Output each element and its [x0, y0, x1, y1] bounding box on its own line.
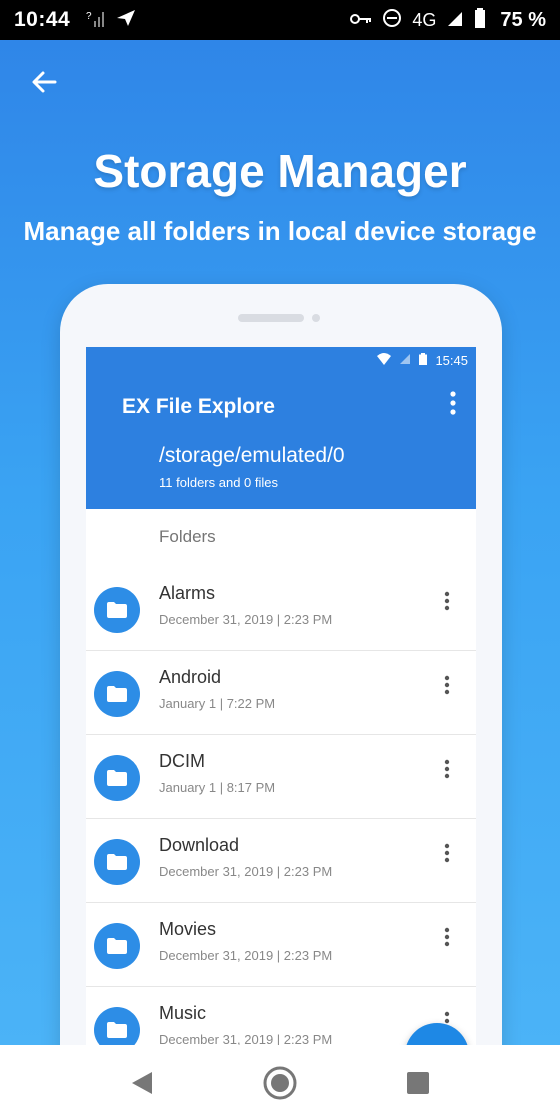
- folder-icon: [94, 587, 140, 633]
- app-header: 15:45 EX File Explore /storage/emulated/…: [86, 347, 476, 509]
- more-options-icon[interactable]: [440, 759, 454, 795]
- promo-banner: Storage Manager Manage all folders in lo…: [0, 40, 560, 1045]
- folder-date: December 31, 2019 | 2:23 PM: [159, 612, 333, 627]
- folder-icon: [94, 755, 140, 801]
- list-item[interactable]: DCIM January 1 | 8:17 PM: [86, 735, 476, 819]
- folder-list: Alarms December 31, 2019 | 2:23 PM Andro…: [86, 567, 476, 1045]
- do-not-disturb-icon: [382, 8, 402, 33]
- promo-subtitle: Manage all folders in local device stora…: [23, 216, 537, 246]
- folder-date: December 31, 2019 | 2:23 PM: [159, 1032, 333, 1045]
- list-item[interactable]: Android January 1 | 7:22 PM: [86, 651, 476, 735]
- folder-name: DCIM: [159, 751, 205, 771]
- nav-home-button[interactable]: [250, 1045, 310, 1120]
- folder-name: Android: [159, 667, 222, 687]
- folder-icon: [94, 923, 140, 969]
- folder-date: December 31, 2019 | 2:23 PM: [159, 864, 333, 879]
- more-options-icon[interactable]: [440, 843, 454, 879]
- folder-name: Download: [159, 835, 240, 855]
- folder-icon: [94, 1007, 140, 1045]
- folder-name: Movies: [159, 919, 217, 939]
- folder-icon: [94, 839, 140, 885]
- app-title: EX File Explore: [122, 395, 275, 418]
- signal-icon: [446, 9, 464, 32]
- more-options-icon[interactable]: [450, 391, 456, 420]
- signal-icon: [399, 353, 411, 368]
- phone-camera: [312, 314, 320, 322]
- navigation-bar: [0, 1045, 560, 1120]
- wifi-icon: [377, 353, 392, 368]
- phone-mockup: 15:45 EX File Explore /storage/emulated/…: [60, 284, 502, 1045]
- folder-name: Alarms: [159, 583, 216, 603]
- status-bar: 10:44 ? 4G 75 %: [0, 0, 560, 40]
- inner-status-time: 15:45: [435, 353, 468, 368]
- more-options-icon[interactable]: [440, 927, 454, 963]
- nav-recents-button[interactable]: [388, 1045, 448, 1120]
- battery-icon: [474, 7, 486, 33]
- phone-speaker: [238, 314, 304, 322]
- no-signal-icon: ?: [86, 9, 106, 32]
- back-arrow-icon[interactable]: [24, 62, 64, 102]
- folder-date: December 31, 2019 | 2:23 PM: [159, 948, 333, 963]
- list-item[interactable]: Movies December 31, 2019 | 2:23 PM: [86, 903, 476, 987]
- battery-icon: [419, 353, 428, 368]
- folder-icon: [94, 671, 140, 717]
- more-options-icon[interactable]: [440, 675, 454, 711]
- promo-title: Storage Manager: [93, 145, 467, 197]
- network-type: 4G: [412, 9, 437, 30]
- list-item[interactable]: Alarms December 31, 2019 | 2:23 PM: [86, 567, 476, 651]
- status-time: 10:44: [14, 8, 71, 31]
- list-item[interactable]: Download December 31, 2019 | 2:23 PM: [86, 819, 476, 903]
- section-label-folders: Folders: [159, 527, 216, 546]
- phone-screen: 15:45 EX File Explore /storage/emulated/…: [86, 347, 476, 1045]
- more-options-icon[interactable]: [440, 591, 454, 627]
- path-summary: 11 folders and 0 files: [159, 475, 278, 490]
- nav-back-button[interactable]: [112, 1045, 172, 1120]
- folder-name: Music: [159, 1003, 207, 1023]
- send-icon: [116, 9, 136, 32]
- folder-date: January 1 | 7:22 PM: [159, 696, 276, 711]
- svg-text:?: ?: [86, 11, 92, 22]
- key-icon: [350, 10, 372, 31]
- folder-date: January 1 | 8:17 PM: [159, 780, 276, 795]
- battery-percentage: 75 %: [500, 8, 546, 31]
- current-path: /storage/emulated/0: [159, 444, 345, 467]
